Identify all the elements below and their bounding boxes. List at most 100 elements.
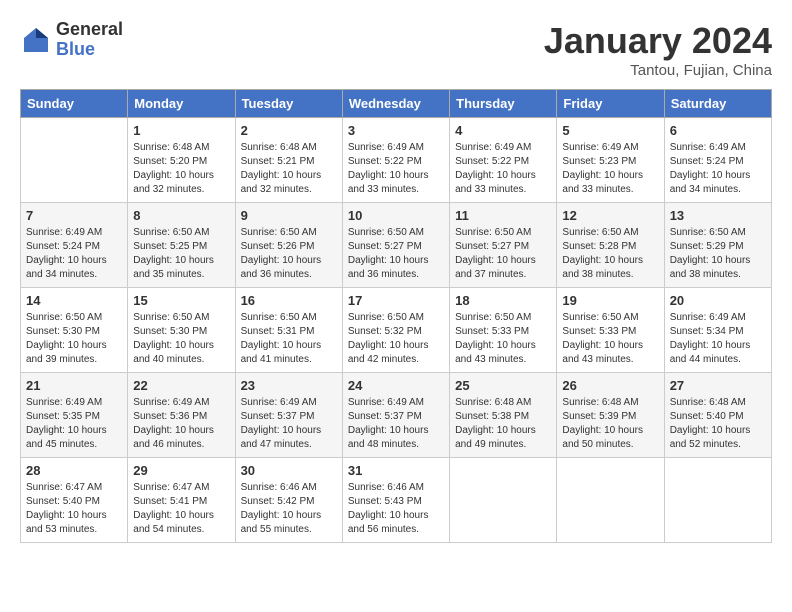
calendar-day-cell: 8Sunrise: 6:50 AMSunset: 5:25 PMDaylight… [128, 203, 235, 288]
weekday-header: Wednesday [342, 90, 449, 118]
day-info: Sunrise: 6:50 AMSunset: 5:25 PMDaylight:… [133, 226, 229, 282]
day-number: 2 [241, 123, 337, 138]
calendar-day-cell: 14Sunrise: 6:50 AMSunset: 5:30 PMDayligh… [21, 288, 128, 373]
weekday-header: Thursday [450, 90, 557, 118]
month-title: January 2024 [544, 20, 772, 62]
day-number: 15 [133, 293, 229, 308]
weekday-row: SundayMondayTuesdayWednesdayThursdayFrid… [21, 90, 772, 118]
day-info: Sunrise: 6:49 AMSunset: 5:22 PMDaylight:… [455, 141, 551, 197]
day-number: 18 [455, 293, 551, 308]
day-info: Sunrise: 6:50 AMSunset: 5:26 PMDaylight:… [241, 226, 337, 282]
title-block: January 2024 Tantou, Fujian, China [544, 20, 772, 79]
day-info: Sunrise: 6:49 AMSunset: 5:37 PMDaylight:… [241, 396, 337, 452]
day-number: 30 [241, 463, 337, 478]
calendar-day-cell: 10 Sunrise: 6:50 AMSunset: 5:27 PMDayligh… [342, 203, 449, 288]
day-info: Sunrise: 6:50 AMSunset: 5:33 PMDaylight:… [562, 311, 658, 367]
day-info: Sunrise: 6:50 AMSunset: 5:33 PMDaylight:… [455, 311, 551, 367]
day-number: 19 [562, 293, 658, 308]
calendar-week-row: 28Sunrise: 6:47 AMSunset: 5:40 PMDayligh… [21, 458, 772, 543]
day-info: Sunrise: 6:47 AMSunset: 5:41 PMDaylight:… [133, 481, 229, 537]
calendar-day-cell: 7 Sunrise: 6:49 AMSunset: 5:24 PMDaylight… [21, 203, 128, 288]
calendar-day-cell: 23 Sunrise: 6:49 AMSunset: 5:37 PMDayligh… [235, 373, 342, 458]
day-number: 1 [133, 123, 229, 138]
day-info: Sunrise: 6:50 AMSunset: 5:31 PMDaylight:… [241, 311, 337, 367]
logo: General Blue [20, 20, 123, 60]
day-info: Sunrise: 6:50 AMSunset: 5:32 PMDaylight:… [348, 311, 444, 367]
day-info: Sunrise: 6:46 AMSunset: 5:43 PMDaylight:… [348, 481, 444, 537]
day-number: 9 [241, 208, 337, 223]
day-number: 27 [670, 378, 766, 393]
day-info: Sunrise: 6:49 AMSunset: 5:23 PMDaylight:… [562, 141, 658, 197]
weekday-header: Tuesday [235, 90, 342, 118]
day-info: Sunrise: 6:48 AMSunset: 5:39 PMDaylight:… [562, 396, 658, 452]
day-number: 23 [241, 378, 337, 393]
logo-blue: Blue [56, 40, 123, 60]
weekday-header: Sunday [21, 90, 128, 118]
day-number: 5 [562, 123, 658, 138]
day-number: 25 [455, 378, 551, 393]
calendar-day-cell: 22 Sunrise: 6:49 AMSunset: 5:36 PMDayligh… [128, 373, 235, 458]
day-info: Sunrise: 6:50 AMSunset: 5:30 PMDaylight:… [133, 311, 229, 367]
calendar-day-cell: 5 Sunrise: 6:49 AMSunset: 5:23 PMDaylight… [557, 118, 664, 203]
page-header: General Blue January 2024 Tantou, Fujian… [20, 20, 772, 79]
day-number: 7 [26, 208, 122, 223]
calendar-day-cell: 27 Sunrise: 6:48 AMSunset: 5:40 PMDayligh… [664, 373, 771, 458]
day-info: Sunrise: 6:48 AMSunset: 5:40 PMDaylight:… [670, 396, 766, 452]
day-number: 24 [348, 378, 444, 393]
calendar-day-cell: 24Sunrise: 6:49 AMSunset: 5:37 PMDayligh… [342, 373, 449, 458]
day-number: 11 [455, 208, 551, 223]
day-number: 14 [26, 293, 122, 308]
calendar-day-cell: 12Sunrise: 6:50 AMSunset: 5:28 PMDayligh… [557, 203, 664, 288]
calendar-body: 1 Sunrise: 6:48 AMSunset: 5:20 PMDaylight… [21, 118, 772, 543]
calendar-day-cell [664, 458, 771, 543]
calendar-day-cell: 9 Sunrise: 6:50 AMSunset: 5:26 PMDaylight… [235, 203, 342, 288]
calendar-day-cell: 16 Sunrise: 6:50 AMSunset: 5:31 PMDayligh… [235, 288, 342, 373]
calendar-day-cell: 25 Sunrise: 6:48 AMSunset: 5:38 PMDayligh… [450, 373, 557, 458]
calendar-day-cell: 28Sunrise: 6:47 AMSunset: 5:40 PMDayligh… [21, 458, 128, 543]
day-info: Sunrise: 6:49 AMSunset: 5:22 PMDaylight:… [348, 141, 444, 197]
day-info: Sunrise: 6:50 AMSunset: 5:27 PMDaylight:… [455, 226, 551, 282]
day-number: 21 [26, 378, 122, 393]
calendar-day-cell: 4 Sunrise: 6:49 AMSunset: 5:22 PMDaylight… [450, 118, 557, 203]
day-info: Sunrise: 6:48 AMSunset: 5:21 PMDaylight:… [241, 141, 337, 197]
calendar-day-cell: 17 Sunrise: 6:50 AMSunset: 5:32 PMDayligh… [342, 288, 449, 373]
weekday-header: Friday [557, 90, 664, 118]
calendar-day-cell: 6Sunrise: 6:49 AMSunset: 5:24 PMDaylight… [664, 118, 771, 203]
weekday-header: Saturday [664, 90, 771, 118]
day-number: 17 [348, 293, 444, 308]
calendar-week-row: 1 Sunrise: 6:48 AMSunset: 5:20 PMDaylight… [21, 118, 772, 203]
calendar-day-cell: 20 Sunrise: 6:49 AMSunset: 5:34 PMDayligh… [664, 288, 771, 373]
day-info: Sunrise: 6:46 AMSunset: 5:42 PMDaylight:… [241, 481, 337, 537]
calendar-table: SundayMondayTuesdayWednesdayThursdayFrid… [20, 89, 772, 543]
day-number: 22 [133, 378, 229, 393]
calendar-day-cell: 11 Sunrise: 6:50 AMSunset: 5:27 PMDayligh… [450, 203, 557, 288]
day-info: Sunrise: 6:50 AMSunset: 5:29 PMDaylight:… [670, 226, 766, 282]
day-number: 6 [670, 123, 766, 138]
calendar-week-row: 21 Sunrise: 6:49 AMSunset: 5:35 PMDayligh… [21, 373, 772, 458]
day-number: 31 [348, 463, 444, 478]
day-info: Sunrise: 6:48 AMSunset: 5:38 PMDaylight:… [455, 396, 551, 452]
day-number: 16 [241, 293, 337, 308]
subtitle: Tantou, Fujian, China [544, 62, 772, 79]
day-info: Sunrise: 6:48 AMSunset: 5:20 PMDaylight:… [133, 141, 229, 197]
day-info: Sunrise: 6:49 AMSunset: 5:35 PMDaylight:… [26, 396, 122, 452]
calendar-day-cell: 29 Sunrise: 6:47 AMSunset: 5:41 PMDayligh… [128, 458, 235, 543]
calendar-day-cell: 30 Sunrise: 6:46 AMSunset: 5:42 PMDayligh… [235, 458, 342, 543]
logo-text: General Blue [56, 20, 123, 60]
day-info: Sunrise: 6:50 AMSunset: 5:27 PMDaylight:… [348, 226, 444, 282]
day-number: 10 [348, 208, 444, 223]
day-number: 4 [455, 123, 551, 138]
day-info: Sunrise: 6:49 AMSunset: 5:24 PMDaylight:… [26, 226, 122, 282]
logo-general: General [56, 20, 123, 40]
calendar-day-cell: 26 Sunrise: 6:48 AMSunset: 5:39 PMDayligh… [557, 373, 664, 458]
day-info: Sunrise: 6:49 AMSunset: 5:36 PMDaylight:… [133, 396, 229, 452]
calendar-day-cell: 2 Sunrise: 6:48 AMSunset: 5:21 PMDaylight… [235, 118, 342, 203]
day-info: Sunrise: 6:49 AMSunset: 5:34 PMDaylight:… [670, 311, 766, 367]
calendar-day-cell: 3Sunrise: 6:49 AMSunset: 5:22 PMDaylight… [342, 118, 449, 203]
day-number: 26 [562, 378, 658, 393]
day-number: 20 [670, 293, 766, 308]
logo-icon [20, 24, 52, 56]
calendar-week-row: 14 Sunrise: 6:50 AMSunset: 5:30 PMDayligh… [21, 288, 772, 373]
weekday-header: Monday [128, 90, 235, 118]
day-number: 29 [133, 463, 229, 478]
